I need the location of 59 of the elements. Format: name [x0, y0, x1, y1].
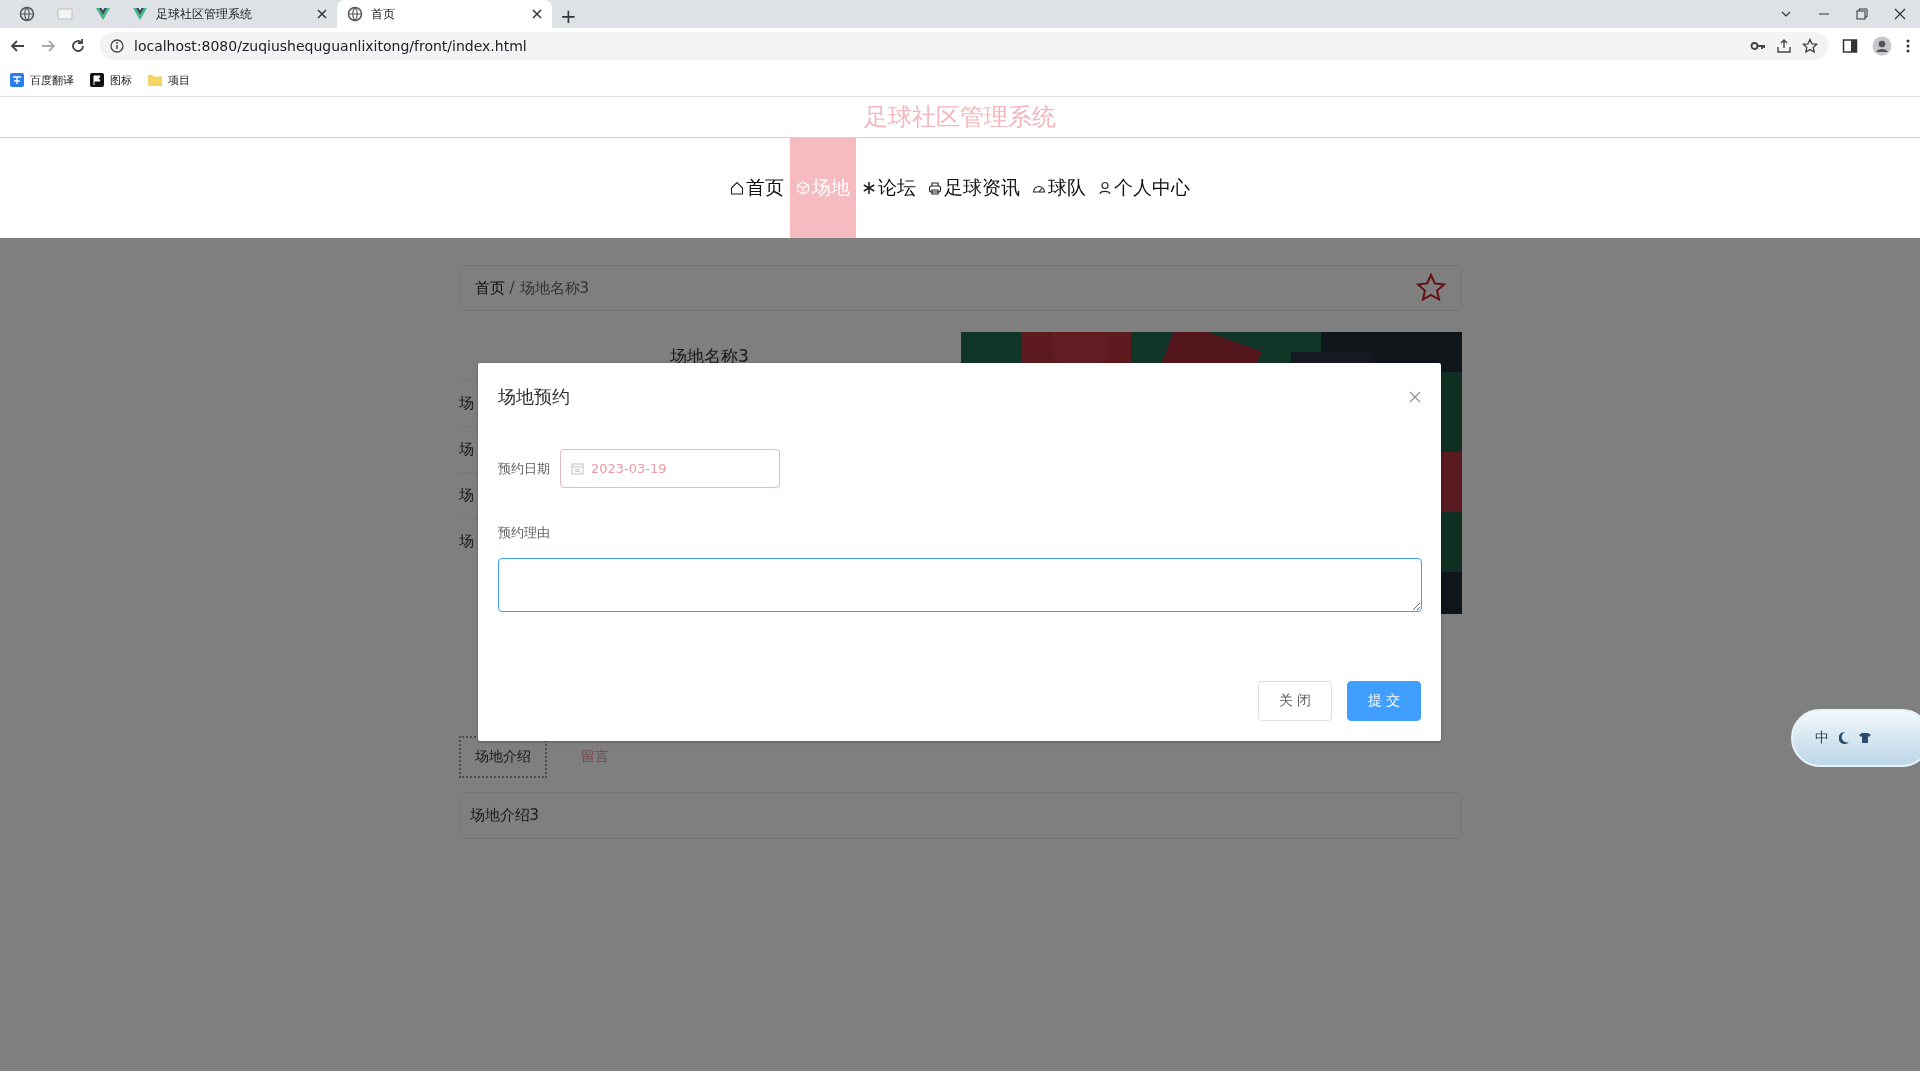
reload-icon [70, 38, 86, 54]
info-icon [110, 39, 124, 53]
nav-link[interactable]: 论坛 [856, 138, 922, 238]
side-panel-icon [1842, 38, 1858, 54]
nav-link[interactable]: 足球资讯 [922, 138, 1026, 238]
detail-label: 场 [458, 440, 474, 459]
intro-text: 场地介绍3 [469, 806, 540, 825]
house-icon [730, 181, 744, 195]
calendar-icon [571, 462, 584, 475]
close-icon [317, 9, 327, 19]
globe-icon [19, 6, 35, 22]
bookmark-link[interactable]: 项目 [168, 72, 190, 88]
share-icon [1776, 38, 1792, 54]
moon-icon [1839, 732, 1849, 744]
globe-icon [347, 6, 363, 22]
star-icon [1802, 38, 1818, 54]
vue-logo-icon [95, 6, 111, 22]
detail-label: 场 [458, 394, 474, 413]
printer-icon [928, 181, 942, 195]
detail-label: 场 [458, 486, 474, 505]
cube-icon [796, 181, 810, 195]
address-bar[interactable]: localhost:8080/zuqiushequguanlixitong/front/index.html [100, 32, 1828, 60]
nav-link[interactable]: 球队 [1026, 138, 1092, 238]
forward-arrow-icon [40, 38, 56, 54]
flag-icon [90, 73, 104, 87]
bookmark-link[interactable]: 百度翻译 [30, 72, 74, 88]
new-tab-button[interactable]: + [552, 4, 585, 28]
vue-logo-icon [132, 6, 148, 22]
shirt-icon [1859, 733, 1871, 743]
browser-tab[interactable]: 首页 [337, 0, 552, 28]
bookmark-link[interactable]: 图标 [110, 72, 132, 88]
user-icon [1098, 181, 1112, 195]
nav-link[interactable]: 个人中心 [1092, 138, 1196, 238]
browser-tab[interactable]: 足球社区管理系统 [122, 0, 337, 28]
close-icon [1409, 391, 1421, 403]
breadcrumb-separator: / [509, 279, 515, 297]
field-label: 预约理由 [498, 525, 550, 540]
close-button[interactable] [1409, 391, 1421, 403]
blank-page-icon [57, 8, 73, 20]
snowflake-icon [862, 181, 876, 195]
close-icon [532, 9, 542, 19]
back-arrow-icon [10, 38, 26, 54]
field-label: 预约日期 [498, 459, 550, 478]
detail-label: 场 [458, 532, 474, 551]
close-icon [1894, 8, 1906, 20]
nav-link[interactable]: 首页 [724, 138, 790, 238]
dialog-title: 场地预约 [498, 385, 570, 409]
reason-field[interactable] [498, 558, 1422, 612]
breadcrumb-current: 场地名称3 [519, 278, 590, 298]
restore-icon [1856, 8, 1868, 20]
menu-icon [1906, 38, 1910, 54]
breadcrumb-link[interactable]: 首页 [474, 278, 505, 298]
folder-icon [148, 74, 162, 86]
star-icon[interactable] [1414, 272, 1447, 304]
profile-icon [1872, 36, 1892, 56]
close-button[interactable]: 关闭 [1258, 681, 1332, 721]
translate-icon [10, 73, 24, 87]
site-title: 足球社区管理系统 [864, 102, 1056, 133]
ime-widget[interactable]: 中 [1791, 709, 1920, 767]
